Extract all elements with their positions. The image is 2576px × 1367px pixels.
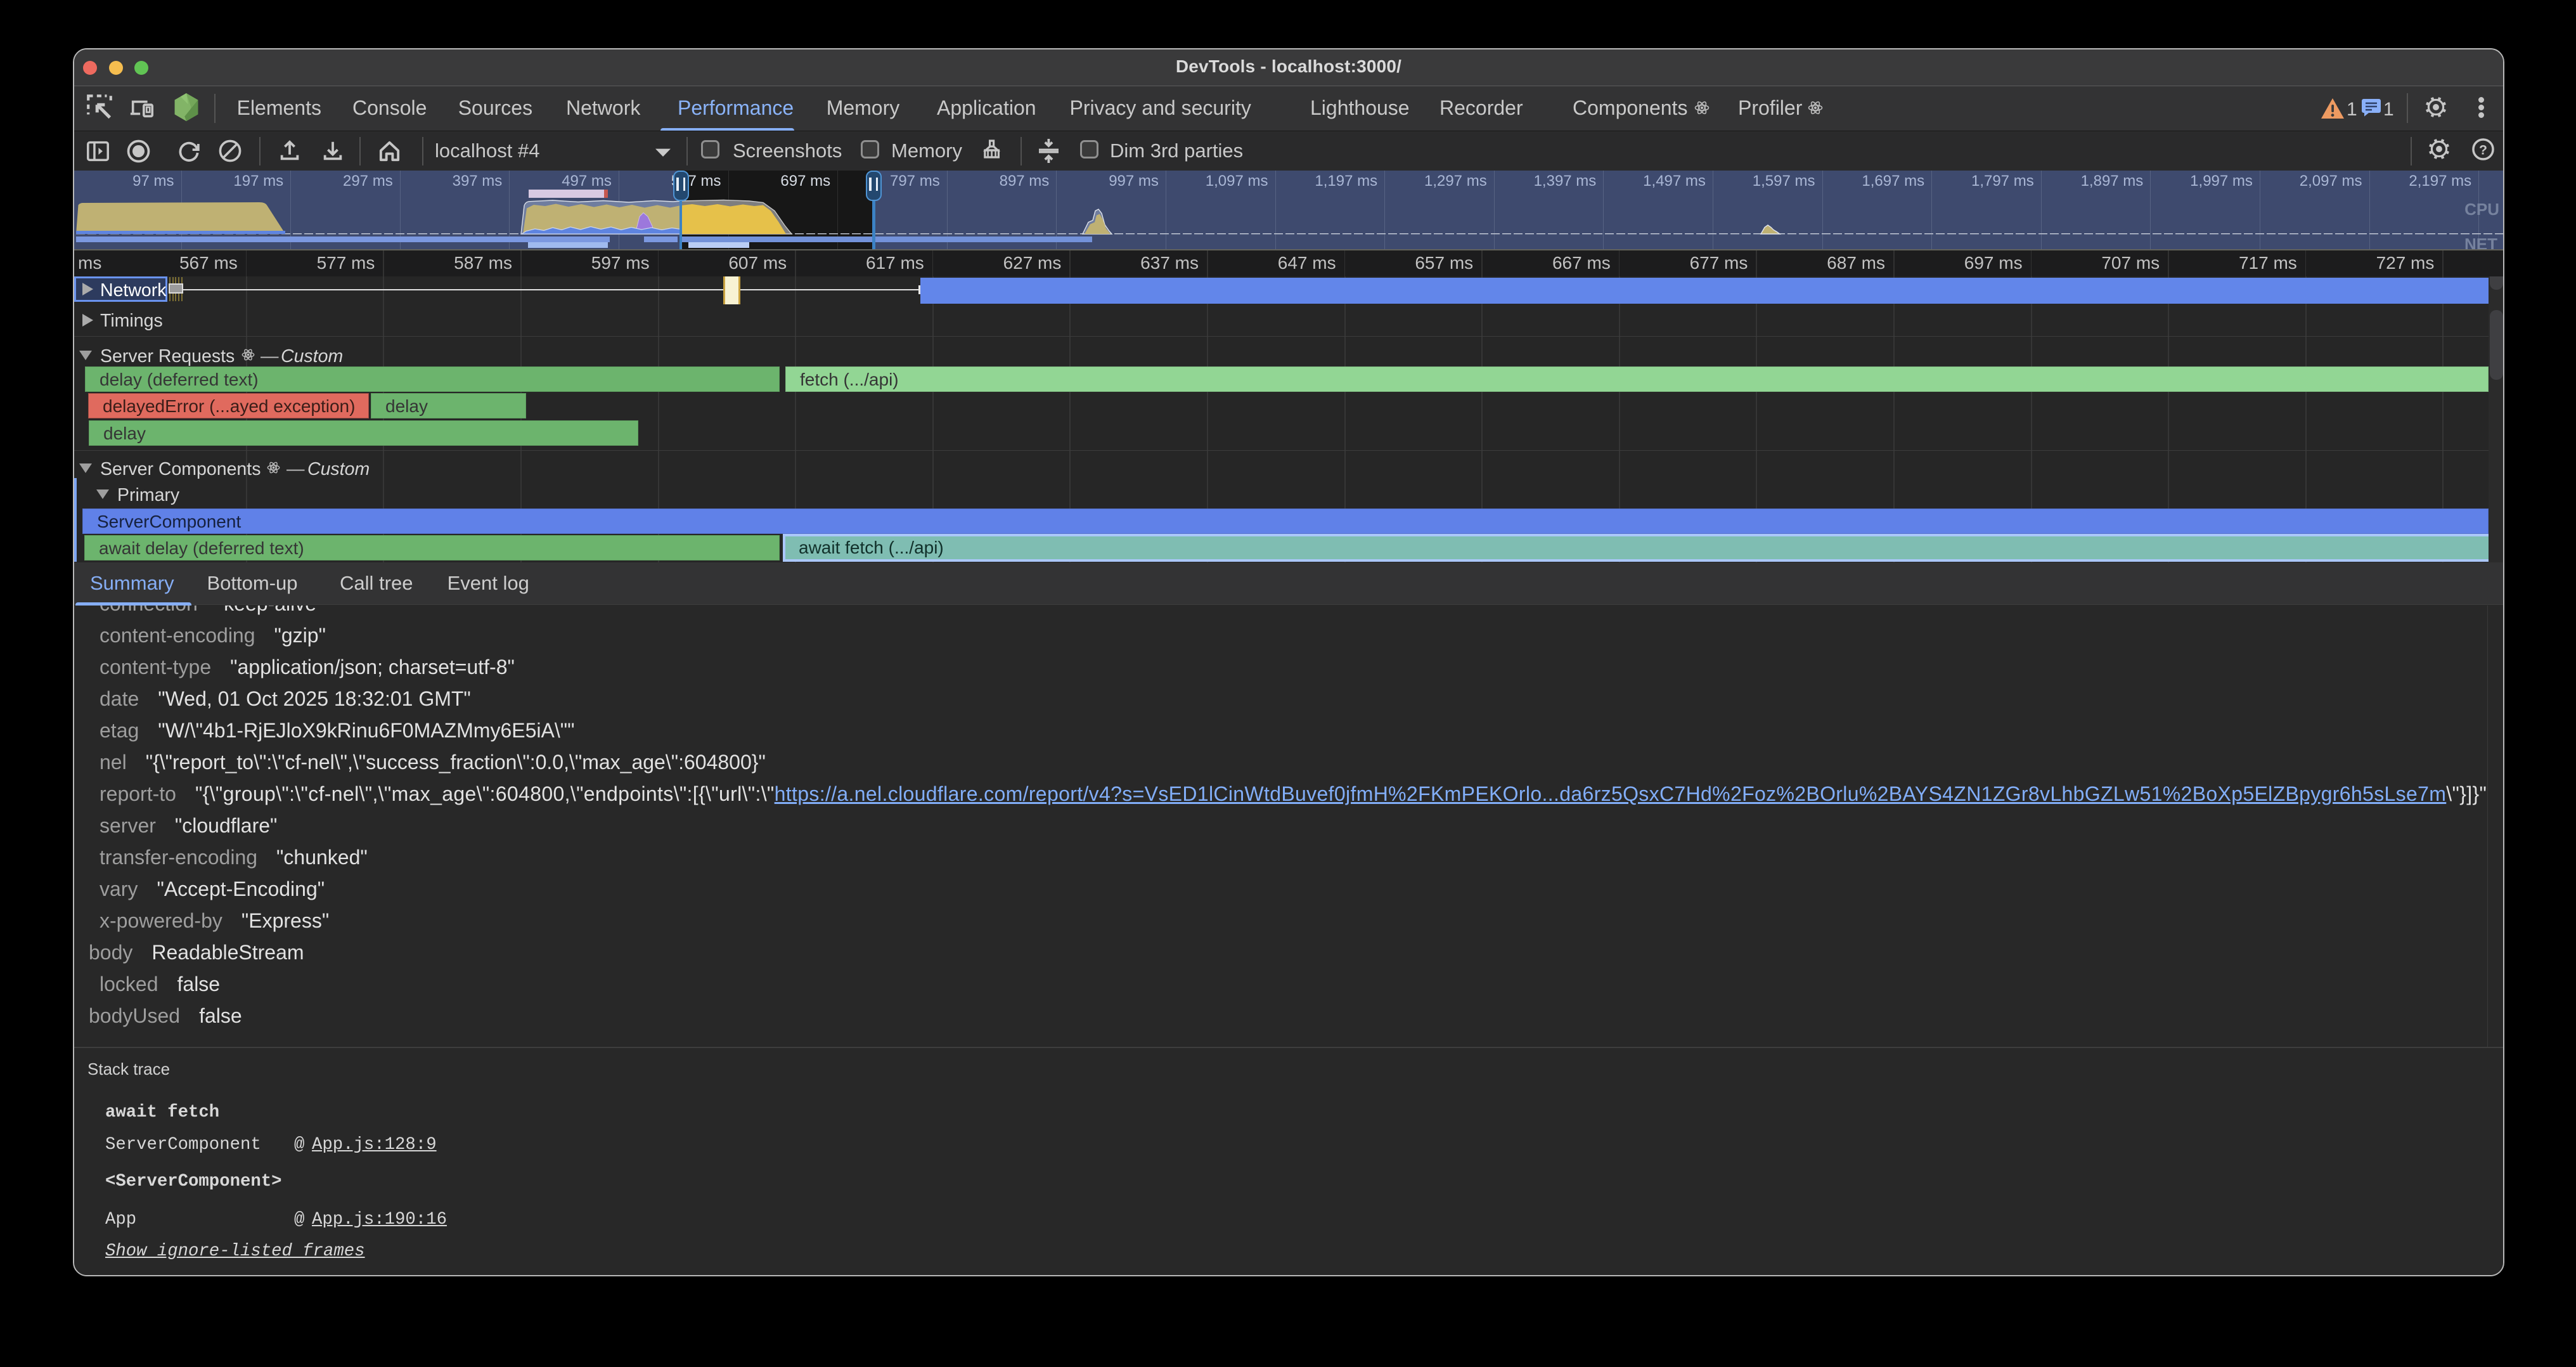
svg-text:?: ? — [2479, 142, 2487, 157]
